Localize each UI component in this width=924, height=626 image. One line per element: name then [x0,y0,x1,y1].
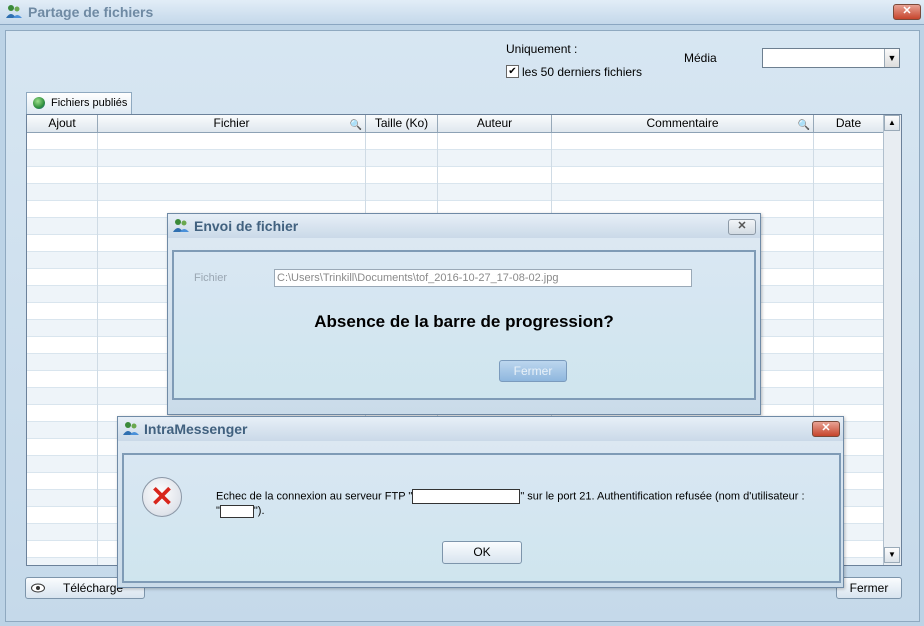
envoi-dialog-title: Envoi de fichier [194,218,299,234]
download-label: Télécharge [63,581,124,595]
uniquement-label: Uniquement : [506,42,578,56]
envoi-dialog: Envoi de fichier ✕ Fichier C:\Users\Trin… [167,213,761,415]
last-50-label: les 50 derniers fichiers [522,65,643,79]
error-dialog-titlebar: IntraMessenger ✕ [118,417,843,441]
messenger-users-icon [6,5,22,18]
column-label: Auteur [476,116,513,130]
column-divider [97,133,98,565]
envoi-dialog-titlebar: Envoi de fichier ✕ [168,214,760,238]
main-fermer-button[interactable]: Fermer [836,577,902,599]
envoi-close-button[interactable]: ✕ [728,219,756,235]
message-text: Echec de la connexion au serveur FTP " [216,490,413,503]
close-icon: ✕ [821,422,831,434]
scroll-up-button[interactable]: ▲ [884,115,900,131]
error-dialog: IntraMessenger ✕ ✕ Echec de la connexion… [117,416,844,588]
vertical-scrollbar[interactable]: ▲ ▼ [883,115,901,565]
button-label: Fermer [849,581,889,595]
main-close-button[interactable]: ✕ [893,4,921,20]
search-icon[interactable]: 🔍 [798,117,810,134]
column-header-commentaire[interactable]: Commentaire 🔍 [552,115,814,132]
last-50-checkbox[interactable]: ✔ [506,65,519,78]
column-header-taille[interactable]: Taille (Ko) [366,115,438,132]
combo-arrow-glyph: ▼ [887,53,897,63]
envoi-fermer-button[interactable]: Fermer [499,360,567,382]
envoi-dialog-body: Fichier C:\Users\Trinkill\Documents\tof_… [172,250,756,400]
close-icon: ✕ [902,5,912,17]
tab-label: Fichiers publiés [51,97,128,109]
scroll-down-button[interactable]: ▼ [884,547,900,563]
error-dialog-body: ✕ Echec de la connexion au serveur FTP "… [122,453,841,583]
fichier-label: Fichier [194,272,228,284]
chevron-down-icon: ▼ [888,550,896,559]
check-mark-icon: ✔ [508,66,517,77]
fichier-field[interactable]: C:\Users\Trinkill\Documents\tof_2016-10-… [274,269,692,287]
close-icon: ✕ [737,220,747,232]
message-text: " sur le port 21. Authentification refus… [520,490,805,503]
error-dialog-title: IntraMessenger [144,421,248,437]
progress-question: Absence de la barre de progression? [314,312,614,331]
tab-fichiers-publies[interactable]: Fichiers publiés [26,92,132,115]
messenger-users-icon [123,422,139,435]
column-header-ajout[interactable]: Ajout [27,115,98,132]
column-label: Date [835,116,862,130]
redacted-server [412,489,521,504]
chevron-up-icon: ▲ [888,118,896,127]
main-title: Partage de fichiers [28,4,154,20]
eye-icon [31,583,45,593]
globe-icon [33,97,45,109]
error-icon: ✕ [142,477,182,517]
ok-button[interactable]: OK [442,541,522,564]
column-label: Ajout [48,116,76,130]
message-text: "). [253,505,265,517]
media-select[interactable]: ▼ [762,48,900,68]
messenger-users-icon [173,219,189,232]
redacted-username [219,504,254,518]
error-message: Echec de la connexion au serveur FTP " " … [216,489,826,518]
column-label: Commentaire [646,116,719,130]
error-close-button[interactable]: ✕ [812,421,840,437]
button-label: OK [473,545,491,559]
button-label: Fermer [513,364,553,378]
error-x-glyph: ✕ [150,481,174,512]
media-label: Média [684,51,717,65]
column-header-fichier[interactable]: Fichier 🔍 [98,115,366,132]
main-title-bar: Partage de fichiers ✕ [0,0,924,25]
column-header-date[interactable]: Date [814,115,883,132]
chevron-down-icon[interactable]: ▼ [884,49,899,67]
column-label: Fichier [213,116,250,130]
search-icon[interactable]: 🔍 [350,117,362,134]
column-header-auteur[interactable]: Auteur [438,115,552,132]
table-header: Ajout Fichier 🔍 Taille (Ko) Auteur Commen… [27,115,883,133]
column-label: Taille (Ko) [374,116,429,130]
